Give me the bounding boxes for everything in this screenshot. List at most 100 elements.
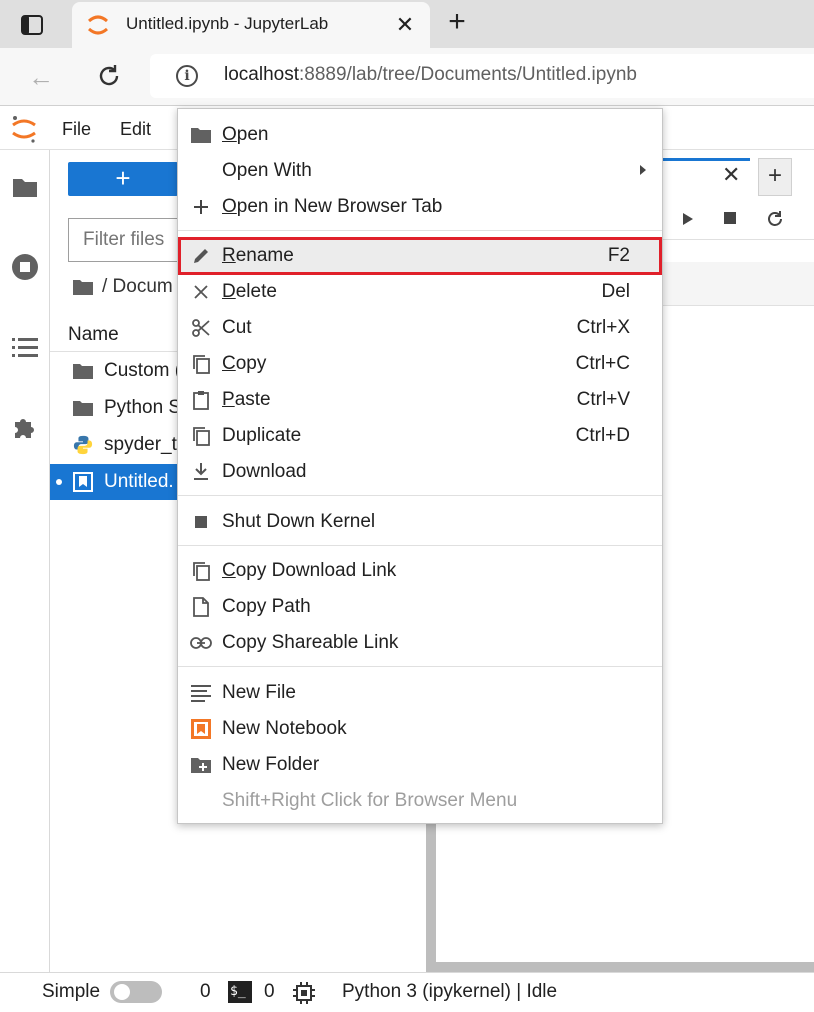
menu-item-duplicate[interactable]: Duplicate Ctrl+D — [178, 418, 662, 454]
menu-separator — [178, 545, 662, 546]
file-name: Custom ( — [104, 360, 182, 381]
menu-item-cut[interactable]: Cut Ctrl+X — [178, 310, 662, 346]
terminals-count[interactable]: 0 — [264, 981, 275, 1003]
menu-item-label: Cut — [222, 317, 252, 338]
menu-item-copy-download-link[interactable]: Copy Download Link — [178, 553, 662, 589]
menu-item-open-with[interactable]: Open With — [178, 153, 662, 189]
menu-item-label: New Folder — [222, 754, 320, 775]
kernel-status[interactable]: Python 3 (ipykernel) | Idle — [342, 981, 557, 1003]
running-kernels-tab-icon[interactable] — [10, 252, 40, 282]
menu-item-label: Open — [222, 124, 269, 145]
menu-item-new-file[interactable]: New File — [178, 675, 662, 711]
menu-edit[interactable]: Edit — [120, 119, 151, 140]
browser-tab-active[interactable]: Untitled.ipynb - JupyterLab ✕ — [72, 2, 430, 48]
menu-item-label: Shut Down Kernel — [222, 511, 376, 532]
browser-toolbar: ← i localhost:8889/lab/tree/Documents/Un… — [0, 48, 814, 106]
cpu-icon[interactable] — [292, 981, 316, 1005]
new-folder-icon — [190, 755, 212, 775]
simple-mode-toggle[interactable] — [110, 981, 162, 1003]
column-name-header[interactable]: Name — [68, 324, 119, 346]
back-arrow-icon[interactable]: ← — [26, 62, 56, 92]
new-launcher-button[interactable]: + — [68, 162, 178, 196]
menu-item-shortcut: Ctrl+X — [576, 317, 630, 338]
screen: Untitled.ipynb - JupyterLab ✕ + ← i loca… — [0, 0, 814, 1012]
menu-item-open[interactable]: Open — [178, 117, 662, 153]
menu-item-shortcut: Ctrl+C — [575, 353, 630, 374]
folder-icon — [73, 364, 93, 379]
file-icon — [190, 597, 212, 617]
run-icon[interactable] — [682, 212, 694, 226]
menu-item-label: Open With — [222, 160, 312, 181]
menu-item-open-new-tab[interactable]: Open in New Browser Tab — [178, 189, 662, 225]
menu-item-download[interactable]: Download — [178, 454, 662, 490]
notebook-header-strip — [662, 262, 814, 306]
rename-highlight-box — [178, 237, 662, 275]
file-name: Untitled. — [104, 471, 174, 492]
menu-item-new-folder[interactable]: New Folder — [178, 747, 662, 783]
breadcrumb[interactable]: / Docum — [72, 276, 173, 298]
notebook-toolbar — [662, 196, 814, 240]
site-info-icon[interactable]: i — [176, 65, 198, 87]
tab-close-icon[interactable]: ✕ — [392, 12, 418, 38]
status-bar: Simple 0 $_ 0 Python 3 (ipykernel) | Idl… — [0, 972, 814, 1012]
url-text: localhost:8889/lab/tree/Documents/Untitl… — [224, 64, 637, 85]
menu-item-label: Delete — [222, 281, 277, 302]
folder-icon — [73, 280, 93, 295]
menu-separator — [178, 666, 662, 667]
plus-icon — [190, 197, 212, 217]
menu-item-label: Copy Download Link — [222, 560, 397, 581]
menu-item-label: New Notebook — [222, 718, 347, 739]
extensions-tab-icon[interactable] — [10, 412, 40, 442]
menu-separator — [178, 495, 662, 496]
menu-item-label: Open in New Browser Tab — [222, 196, 443, 217]
tab-actions-icon[interactable] — [18, 12, 46, 38]
menu-item-label: Copy Shareable Link — [222, 632, 399, 653]
simple-mode-label: Simple — [42, 981, 101, 1002]
python-file-icon — [73, 435, 93, 455]
jupyter-favicon-icon — [86, 14, 110, 36]
stop-icon[interactable] — [724, 212, 736, 224]
context-menu: Open Open With Open in New Browser Tab R… — [177, 108, 663, 824]
menu-item-copy-shareable-link[interactable]: Copy Shareable Link — [178, 625, 662, 661]
terminal-icon[interactable]: $_ — [228, 981, 252, 1003]
close-icon — [190, 282, 212, 302]
menu-separator — [178, 230, 662, 231]
download-icon — [190, 462, 212, 482]
stop-icon — [190, 512, 212, 532]
breadcrumb-path[interactable]: / Docum — [102, 276, 173, 298]
restart-icon[interactable] — [766, 210, 784, 228]
menu-item-copy[interactable]: Copy Ctrl+C — [178, 346, 662, 382]
address-bar[interactable]: i localhost:8889/lab/tree/Documents/Unti… — [150, 54, 814, 98]
scissors-icon — [190, 318, 212, 338]
menu-item-new-notebook[interactable]: New Notebook — [178, 711, 662, 747]
left-sidebar — [0, 150, 50, 972]
jupyter-logo-icon — [10, 114, 38, 144]
notebook-icon — [73, 472, 93, 492]
duplicate-icon — [190, 426, 212, 446]
toggle-knob — [114, 984, 130, 1000]
menu-item-paste[interactable]: Paste Ctrl+V — [178, 382, 662, 418]
menu-item-label: Download — [222, 461, 307, 482]
menu-item-label: Paste — [222, 389, 271, 410]
menu-item-browser-menu-hint: Shift+Right Click for Browser Menu — [178, 783, 662, 819]
notebook-icon — [190, 719, 212, 739]
folder-icon — [190, 125, 212, 145]
file-name: Python S — [104, 397, 182, 418]
file-name: spyder_t — [104, 434, 177, 455]
menu-item-shortcut: Ctrl+D — [575, 425, 630, 446]
add-tab-button[interactable]: + — [758, 158, 792, 196]
reload-icon[interactable] — [92, 60, 126, 92]
new-tab-button[interactable]: + — [442, 7, 472, 38]
notebook-tab-close-icon[interactable]: ✕ — [722, 162, 740, 188]
menu-file[interactable]: File — [62, 119, 91, 140]
link-icon — [190, 633, 212, 653]
submenu-arrow-icon — [640, 165, 646, 175]
menu-item-shortcut: Del — [601, 281, 630, 302]
menu-item-copy-path[interactable]: Copy Path — [178, 589, 662, 625]
menu-item-shutdown-kernel[interactable]: Shut Down Kernel — [178, 504, 662, 540]
kernels-count[interactable]: 0 — [200, 981, 211, 1003]
file-browser-tab-icon[interactable] — [10, 172, 40, 202]
menu-item-label: Duplicate — [222, 425, 302, 446]
table-of-contents-tab-icon[interactable] — [10, 332, 40, 362]
menu-item-delete[interactable]: Delete Del — [178, 274, 662, 310]
